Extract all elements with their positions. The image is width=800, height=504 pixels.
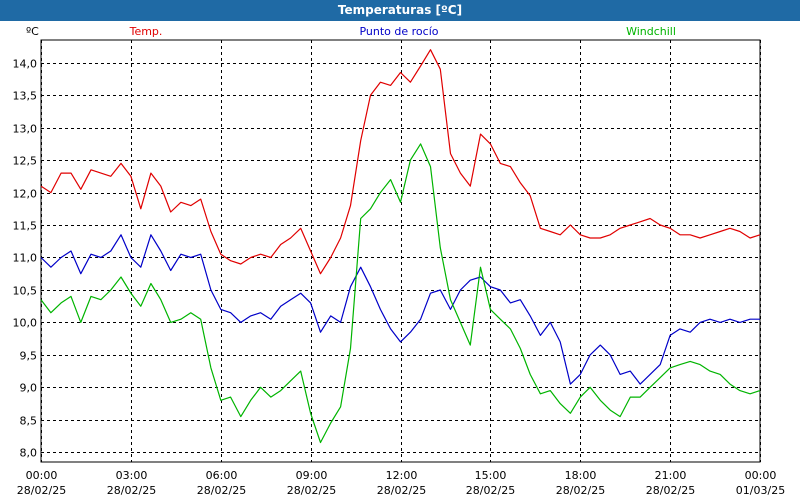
x-tick-time: 15:00	[475, 469, 507, 482]
x-tick-date: 28/02/25	[646, 484, 695, 497]
y-tick-label: 14,0	[13, 58, 38, 71]
y-tick-label: 8,5	[20, 415, 38, 428]
y-tick-label: 12,5	[13, 155, 38, 168]
chart-title-bar: Temperaturas [ºC]	[0, 0, 800, 21]
x-tick-time: 06:00	[206, 469, 238, 482]
x-tick-date: 28/02/25	[556, 484, 605, 497]
x-tick-date: 28/02/25	[197, 484, 246, 497]
y-tick-label: 11,5	[13, 220, 38, 233]
x-tick-time: 12:00	[386, 469, 418, 482]
legend-entry: Temp.	[129, 25, 163, 38]
chart-area: 8,0 8,5 9,0 9,5 10,0 10,5 11,0 11,5 12,0 12,5 13,0…	[0, 21, 800, 500]
x-tick-time: 03:00	[116, 469, 148, 482]
y-tick-label: 13,0	[13, 123, 38, 136]
x-tick-date: 28/02/25	[107, 484, 156, 497]
x-tick-date: 28/02/25	[17, 484, 66, 497]
x-tick-time: 18:00	[565, 469, 597, 482]
x-tick-time: 21:00	[655, 469, 687, 482]
legend-entry: Windchill	[626, 25, 676, 38]
y-axis-unit: ºC	[26, 25, 39, 38]
x-tick-time: 00:00	[745, 469, 777, 482]
y-tick-label: 13,5	[13, 90, 38, 103]
x-tick-date: 28/02/25	[287, 484, 336, 497]
plot-frame	[40, 39, 761, 463]
y-tick-label: 11,0	[13, 252, 38, 265]
temperature-chart: 8,0 8,5 9,0 9,5 10,0 10,5 11,0 11,5 12,0 12,5 13,0…	[13, 25, 786, 497]
y-tick-label: 9,0	[20, 382, 38, 395]
legend-entry: Punto de rocío	[359, 25, 438, 38]
y-tick-label: 8,0	[20, 447, 38, 460]
x-tick-date: 28/02/25	[377, 484, 426, 497]
x-tick-date: 01/03/25	[736, 484, 785, 497]
x-tick-date: 28/02/25	[466, 484, 515, 497]
y-tick-label: 9,5	[20, 350, 38, 363]
x-tick-time: 09:00	[296, 469, 328, 482]
x-tick-time: 00:00	[26, 469, 58, 482]
chart-title: Temperaturas [ºC]	[337, 3, 463, 17]
y-tick-label: 12,0	[13, 188, 38, 201]
y-tick-label: 10,5	[13, 285, 38, 298]
y-tick-label: 10,0	[13, 317, 38, 330]
